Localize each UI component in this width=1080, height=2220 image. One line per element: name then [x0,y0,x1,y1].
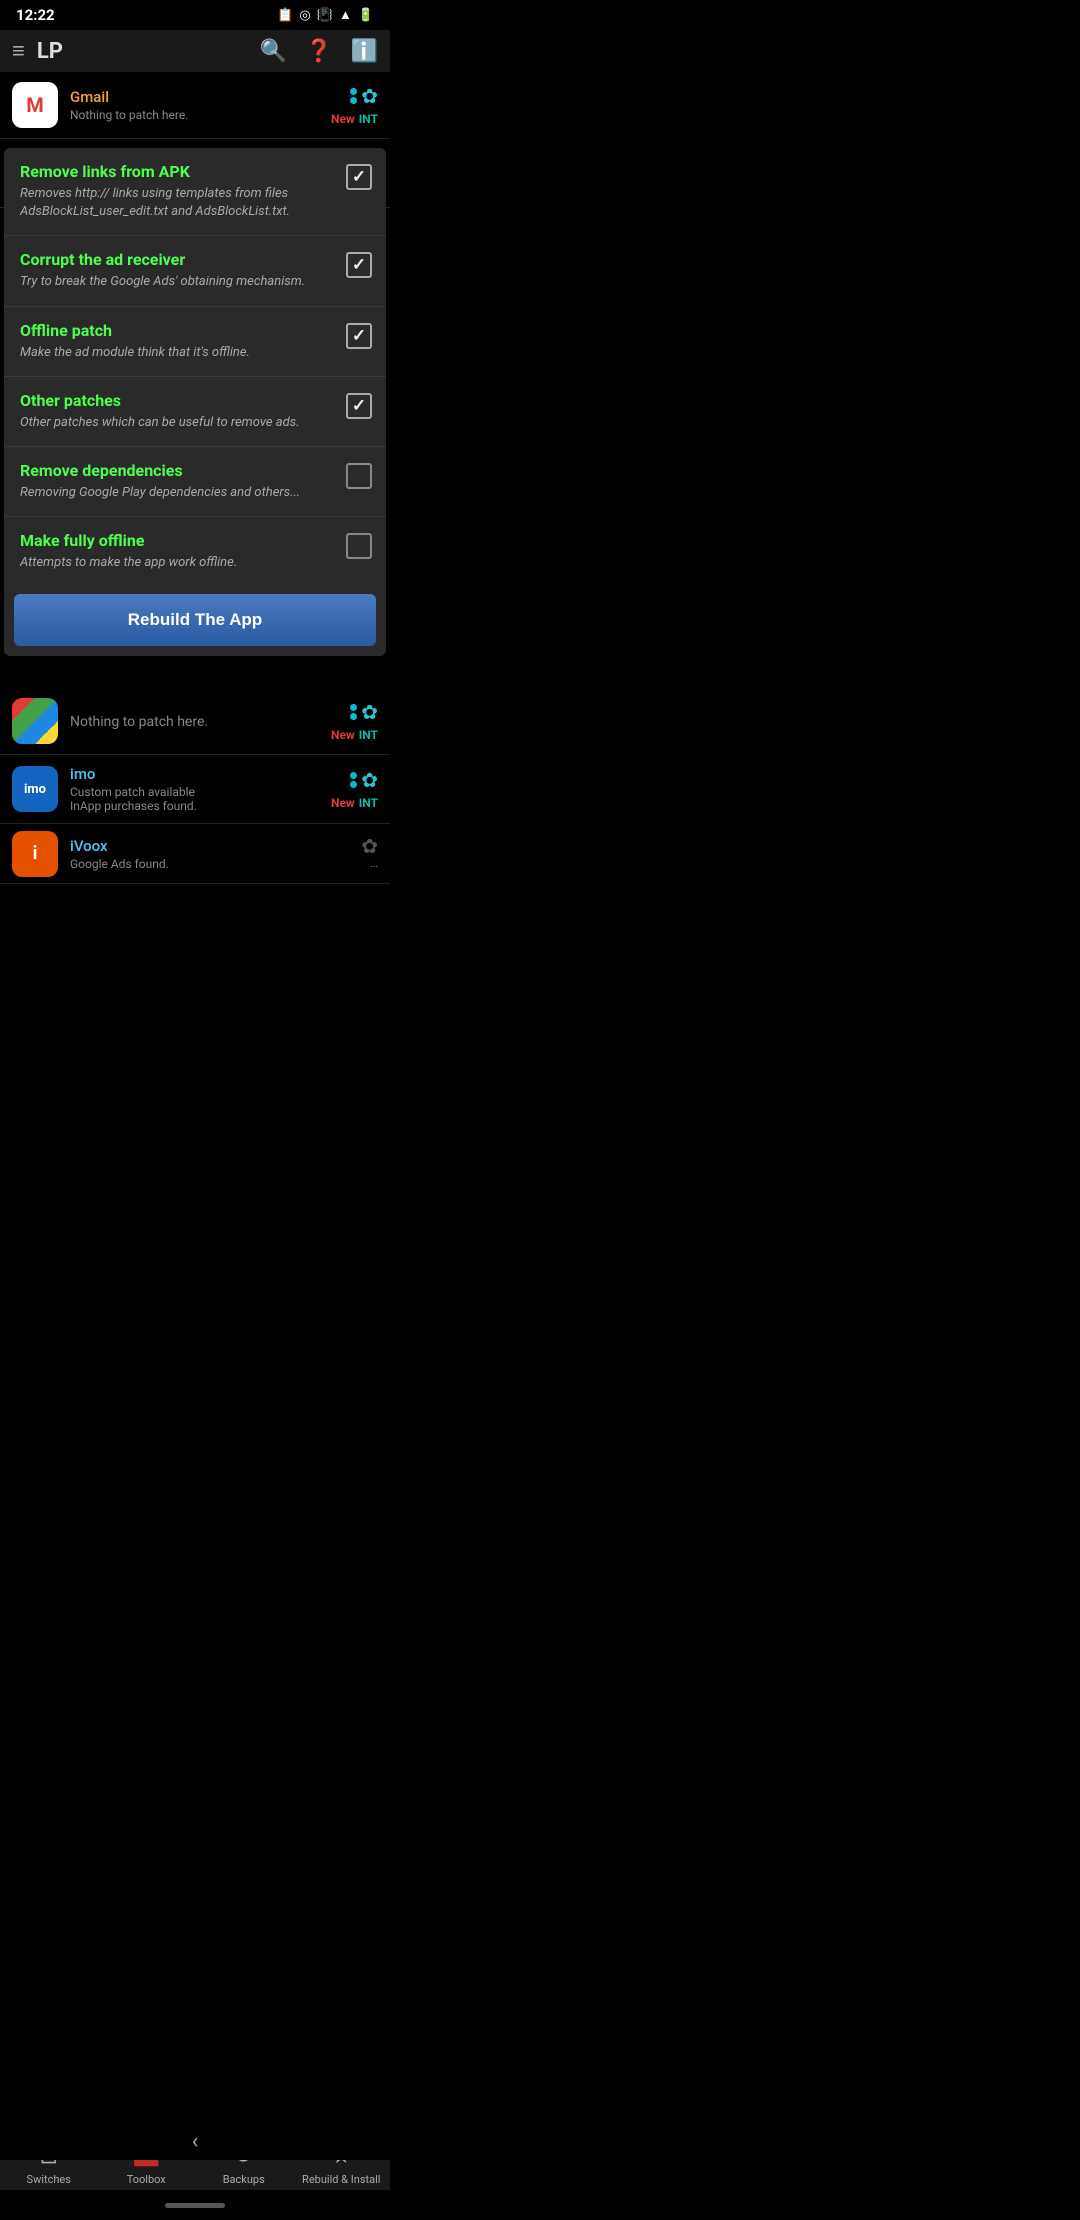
app-desc: Google Ads found. [70,857,361,871]
checkbox-other-patches[interactable] [346,393,372,419]
badge-row-2: New INT [331,728,378,742]
modal-item-desc: Make the ad module think that it's offli… [20,344,336,362]
badge-new: New [331,796,355,810]
menu-icon[interactable]: ≡ [12,38,25,64]
app-info-home: Nothing to patch here. [70,712,331,730]
app-name: iVoox [70,837,361,855]
flower-icon: ✿ [361,834,378,858]
badge-int: INT [359,112,378,126]
status-time: 12:22 [16,6,55,24]
app-badges: ✿ New INT [331,84,378,126]
flower-icon: ✿ [361,700,378,724]
list-item[interactable]: M Gmail Nothing to patch here. ✿ New INT [0,72,390,139]
patch-modal: Remove links from APK Removes http:// li… [4,148,386,656]
status-bar: 12:22 📋 ◎ 📳 ▲ 🔋 [0,0,390,30]
nav-label-toolbox: Toolbox [127,2173,166,2186]
app-info-gmail: Gmail Nothing to patch here. [70,88,331,122]
checkbox-offline-patch[interactable] [346,323,372,349]
back-button[interactable]: ‹ [192,2129,199,2154]
badge-int: INT [359,796,378,810]
app-name: Gmail [70,88,331,106]
badge-row-2: New INT [331,112,378,126]
modal-item-title: Make fully offline [20,531,336,550]
modal-item-desc: Removing Google Play dependencies and ot… [20,484,336,502]
checkbox-corrupt-ad[interactable] [346,252,372,278]
badge-row: ✿ [350,84,378,108]
rebuild-app-button[interactable]: Rebuild The App [14,594,376,646]
nav-label-rebuild: Rebuild & Install [302,2173,380,2186]
modal-item-remove-links[interactable]: Remove links from APK Removes http:// li… [4,148,386,236]
status-icons: 📋 ◎ 📳 ▲ 🔋 [277,7,374,23]
app-name: imo [70,765,331,783]
toolbar: ≡ LP 🔍 ❓ ℹ️ [0,30,390,72]
help-icon[interactable]: ❓ [305,39,332,64]
app-badges: ✿ New INT [331,700,378,742]
circle-icon: ◎ [299,8,310,23]
clipboard-icon: 📋 [277,8,293,23]
badge-row: ✿ [350,768,378,792]
info-icon[interactable]: ℹ️ [351,39,378,64]
badge-int: INT [359,728,378,742]
bottom-app-list: Nothing to patch here. ✿ New INT imo imo… [0,688,390,884]
dots-icon [350,704,357,720]
nav-label-switches: Switches [27,2173,71,2186]
search-icon[interactable]: 🔍 [260,39,287,64]
app-title: LP [37,39,242,64]
modal-item-title: Offline patch [20,321,336,340]
list-item[interactable]: Nothing to patch here. ✿ New INT [0,688,390,755]
app-icon-ivoox: i [12,831,58,877]
app-desc: Nothing to patch here. [70,714,331,730]
nav-label-backups: Backups [223,2173,265,2186]
modal-item-desc: Try to break the Google Ads' obtaining m… [20,273,336,291]
list-item-partial[interactable]: i iVoox Google Ads found. ✿ ··· [0,824,390,884]
app-icon-imo: imo [12,766,58,812]
flower-icon: ✿ [361,84,378,108]
checkbox-remove-links[interactable] [346,164,372,190]
home-bar [165,2203,225,2208]
modal-item-title: Remove dependencies [20,461,336,480]
modal-item-desc: Removes http:// links using templates fr… [20,185,336,221]
modal-item-corrupt-ad[interactable]: Corrupt the ad receiver Try to break the… [4,236,386,306]
signal-icon: ▲ [339,7,352,23]
list-item[interactable]: imo imo Custom patch availableInApp purc… [0,755,390,824]
app-desc: Custom patch availableInApp purchases fo… [70,785,331,813]
app-info-imo: imo Custom patch availableInApp purchase… [70,765,331,813]
checkbox-remove-dependencies[interactable] [346,463,372,489]
modal-item-title: Other patches [20,391,336,410]
modal-item-desc: Attempts to make the app work offline. [20,554,336,572]
dots-icon [350,772,357,788]
modal-item-title: Corrupt the ad receiver [20,250,336,269]
app-badges: ✿ ··· [361,834,378,873]
badge-new: New [331,112,355,126]
flower-icon: ✿ [361,768,378,792]
app-icon-gmail: M [12,82,58,128]
modal-item-other-patches[interactable]: Other patches Other patches which can be… [4,377,386,447]
badge-row-2: New INT [331,796,378,810]
dots-icon [350,88,357,104]
vibrate-icon: 📳 [317,8,333,23]
modal-item-title: Remove links from APK [20,162,336,181]
app-desc: Nothing to patch here. [70,108,331,122]
modal-item-desc: Other patches which can be useful to rem… [20,414,336,432]
badge-new: New [331,728,355,742]
app-icon-home [12,698,58,744]
checkbox-make-offline[interactable] [346,533,372,559]
app-info-ivoox: iVoox Google Ads found. [70,837,361,871]
modal-item-offline-patch[interactable]: Offline patch Make the ad module think t… [4,307,386,377]
badge-row: ✿ [350,700,378,724]
modal-item-remove-dependencies[interactable]: Remove dependencies Removing Google Play… [4,447,386,517]
back-area: ‹ [0,2123,390,2160]
app-badges: ✿ New INT [331,768,378,810]
modal-item-make-offline[interactable]: Make fully offline Attempts to make the … [4,517,386,586]
battery-icon: 🔋 [358,8,374,23]
home-indicator [0,2190,390,2220]
